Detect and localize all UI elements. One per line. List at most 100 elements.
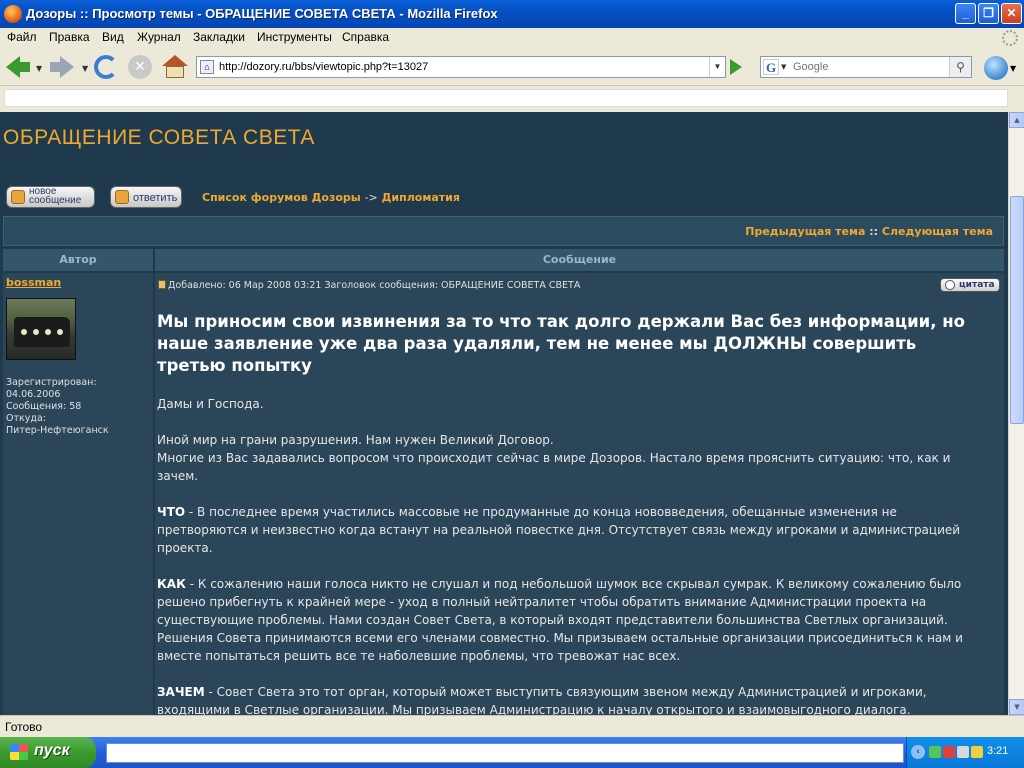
forward-history-dropdown-icon[interactable]: ▼ bbox=[82, 64, 88, 73]
post-body: Дамы и Господа. Иной мир на грани разруш… bbox=[157, 395, 977, 715]
author-column-header: Автор bbox=[3, 249, 153, 271]
post-count: Сообщения: 58 bbox=[6, 401, 82, 412]
go-button-icon[interactable] bbox=[730, 59, 742, 75]
how-text: - К сожалению наши голоса никто не слуша… bbox=[157, 577, 963, 663]
vertical-scrollbar[interactable]: ▲ ▼ bbox=[1008, 112, 1024, 715]
scroll-thumb[interactable] bbox=[1010, 196, 1024, 424]
next-topic-link[interactable]: Следующая тема bbox=[882, 225, 993, 238]
intro-line2: Многие из Вас задавались вопросом что пр… bbox=[157, 451, 951, 483]
taskbar-clock[interactable]: 3:21 bbox=[987, 745, 1008, 757]
menu-tools[interactable]: Инструменты bbox=[257, 30, 332, 44]
scroll-up-icon[interactable]: ▲ bbox=[1009, 112, 1024, 128]
maximize-button[interactable]: ❐ bbox=[978, 3, 999, 24]
breadcrumb-forum-list-link[interactable]: Список форумов Дозоры bbox=[202, 191, 361, 204]
author-info: Зарегистрирован: 04.06.2006 Сообщения: 5… bbox=[6, 377, 109, 437]
menu-bar: Файл Правка Вид Журнал Закладки Инструме… bbox=[0, 28, 1024, 48]
minimize-button[interactable]: _ bbox=[955, 3, 976, 24]
menu-help[interactable]: Справка bbox=[342, 30, 389, 44]
bookmarks-strip bbox=[4, 89, 1008, 107]
location-label: Откуда: bbox=[6, 413, 46, 424]
what-text: - В последнее время участились массовые … bbox=[157, 505, 961, 555]
search-engine-dropdown-icon[interactable]: ▼ bbox=[781, 63, 786, 71]
how-label: КАК bbox=[157, 577, 186, 591]
registered-label: Зарегистрирован: bbox=[6, 377, 97, 388]
reply-icon bbox=[115, 190, 129, 204]
why-label: ЗАЧЕМ bbox=[157, 685, 205, 699]
tray-volume-icon[interactable] bbox=[957, 746, 969, 758]
post-paragraph-what: ЧТО - В последнее время участились массо… bbox=[157, 503, 977, 557]
back-icon[interactable] bbox=[4, 53, 32, 81]
stop-icon[interactable]: ✕ bbox=[128, 55, 152, 79]
quote-icon bbox=[945, 280, 955, 290]
site-favicon-icon: ⌂ bbox=[200, 60, 214, 74]
start-button[interactable]: пуск bbox=[0, 737, 96, 768]
tray-security-icon[interactable] bbox=[943, 746, 955, 758]
url-history-dropdown-icon[interactable]: ▼ bbox=[709, 57, 725, 77]
breadcrumb: Список форумов Дозоры -> Дипломатия bbox=[202, 191, 460, 204]
breadcrumb-section-link[interactable]: Дипломатия bbox=[382, 191, 460, 204]
post-meta-text: Добавлено: 06 Мар 2008 03:21 Заголовок с… bbox=[168, 280, 581, 291]
prev-topic-link[interactable]: Предыдущая тема bbox=[745, 225, 865, 238]
menu-file[interactable]: Файл bbox=[7, 30, 37, 44]
page-viewport: ОБРАЩЕНИЕ СОВЕТА СВЕТА новое сообщение от… bbox=[0, 112, 1008, 715]
message-column-header: Сообщение bbox=[155, 249, 1004, 271]
topic-nav-separator: :: bbox=[869, 225, 879, 238]
intro-line1: Иной мир на грани разрушения. Нам нужен … bbox=[157, 433, 554, 447]
back-history-dropdown-icon[interactable]: ▼ bbox=[36, 64, 42, 73]
menu-history[interactable]: Журнал bbox=[137, 30, 181, 44]
scroll-down-icon[interactable]: ▼ bbox=[1009, 699, 1024, 715]
post-heading: Мы приносим свои извинения за то что так… bbox=[157, 312, 965, 375]
taskbar-window-button[interactable] bbox=[106, 743, 904, 763]
close-button[interactable]: ✕ bbox=[1001, 3, 1022, 24]
window-titlebar: Дозоры :: Просмотр темы - ОБРАЩЕНИЕ СОВЕ… bbox=[0, 0, 1024, 28]
quote-button[interactable]: цитата bbox=[940, 278, 1000, 292]
search-input[interactable] bbox=[793, 59, 943, 75]
post-paragraph-why: ЗАЧЕМ - Совет Света это тот орган, котор… bbox=[157, 683, 977, 715]
reply-button[interactable]: ответить bbox=[110, 186, 182, 208]
extension-globe-icon[interactable]: ▼ bbox=[980, 54, 1016, 82]
avatar-lamp bbox=[21, 329, 27, 335]
address-bar[interactable]: ⌂ ▼ bbox=[196, 56, 726, 78]
tray-expand-icon[interactable]: ‹ bbox=[911, 745, 925, 759]
why-text: - Совет Света это тот орган, который мож… bbox=[157, 685, 927, 715]
avatar-lamp bbox=[57, 329, 63, 335]
google-engine-icon[interactable]: G bbox=[763, 59, 779, 75]
system-tray: ‹ 3:21 bbox=[906, 737, 1024, 768]
author-cell: bossman Зарегистрирован: 04.06.2006 Сооб… bbox=[3, 273, 153, 715]
firefox-icon bbox=[4, 5, 22, 23]
search-box[interactable]: G ▼ ⚲ bbox=[760, 56, 972, 78]
bookmarks-toolbar bbox=[0, 86, 1024, 112]
status-text: Готово bbox=[5, 720, 43, 734]
post-meta: Добавлено: 06 Мар 2008 03:21 Заголовок с… bbox=[158, 280, 580, 291]
location-value: Питер-Нефтеюганск bbox=[6, 425, 109, 436]
forward-icon[interactable] bbox=[48, 53, 76, 81]
what-label: ЧТО bbox=[157, 505, 186, 519]
home-icon[interactable] bbox=[162, 55, 188, 79]
start-label: пуск bbox=[34, 742, 70, 759]
tray-app-icon[interactable] bbox=[971, 746, 983, 758]
menu-view[interactable]: Вид bbox=[102, 30, 124, 44]
topic-title[interactable]: ОБРАЩЕНИЕ СОВЕТА СВЕТА bbox=[3, 126, 315, 150]
breadcrumb-separator: -> bbox=[364, 191, 378, 204]
new-topic-button[interactable]: новое сообщение bbox=[6, 186, 95, 208]
quote-label: цитата bbox=[959, 280, 995, 290]
post-greeting: Дамы и Господа. bbox=[157, 397, 264, 411]
url-input[interactable] bbox=[219, 59, 699, 75]
reply-label: ответить bbox=[133, 192, 178, 204]
author-name-link[interactable]: bossman bbox=[6, 276, 61, 289]
menu-edit[interactable]: Правка bbox=[49, 30, 90, 44]
menu-bookmarks[interactable]: Закладки bbox=[193, 30, 245, 44]
avatar bbox=[6, 298, 76, 360]
new-topic-label-line2: сообщение bbox=[29, 195, 82, 206]
window-title: Дозоры :: Просмотр темы - ОБРАЩЕНИЕ СОВЕ… bbox=[26, 6, 498, 21]
message-cell: Добавлено: 06 Мар 2008 03:21 Заголовок с… bbox=[155, 273, 1004, 715]
post-paragraph-how: КАК - К сожалению наши голоса никто не с… bbox=[157, 575, 977, 665]
post-icon[interactable] bbox=[158, 280, 166, 289]
avatar-lamp bbox=[45, 329, 51, 335]
registered-date: 04.06.2006 bbox=[6, 389, 61, 400]
tray-network-icon[interactable] bbox=[929, 746, 941, 758]
search-magnifier-icon[interactable]: ⚲ bbox=[949, 57, 971, 77]
throbber-icon bbox=[1002, 30, 1018, 46]
reload-icon[interactable] bbox=[94, 55, 118, 79]
nav-toolbar: ▼ ▼ ✕ ⌂ ▼ G ▼ ⚲ ▼ bbox=[0, 48, 1024, 86]
